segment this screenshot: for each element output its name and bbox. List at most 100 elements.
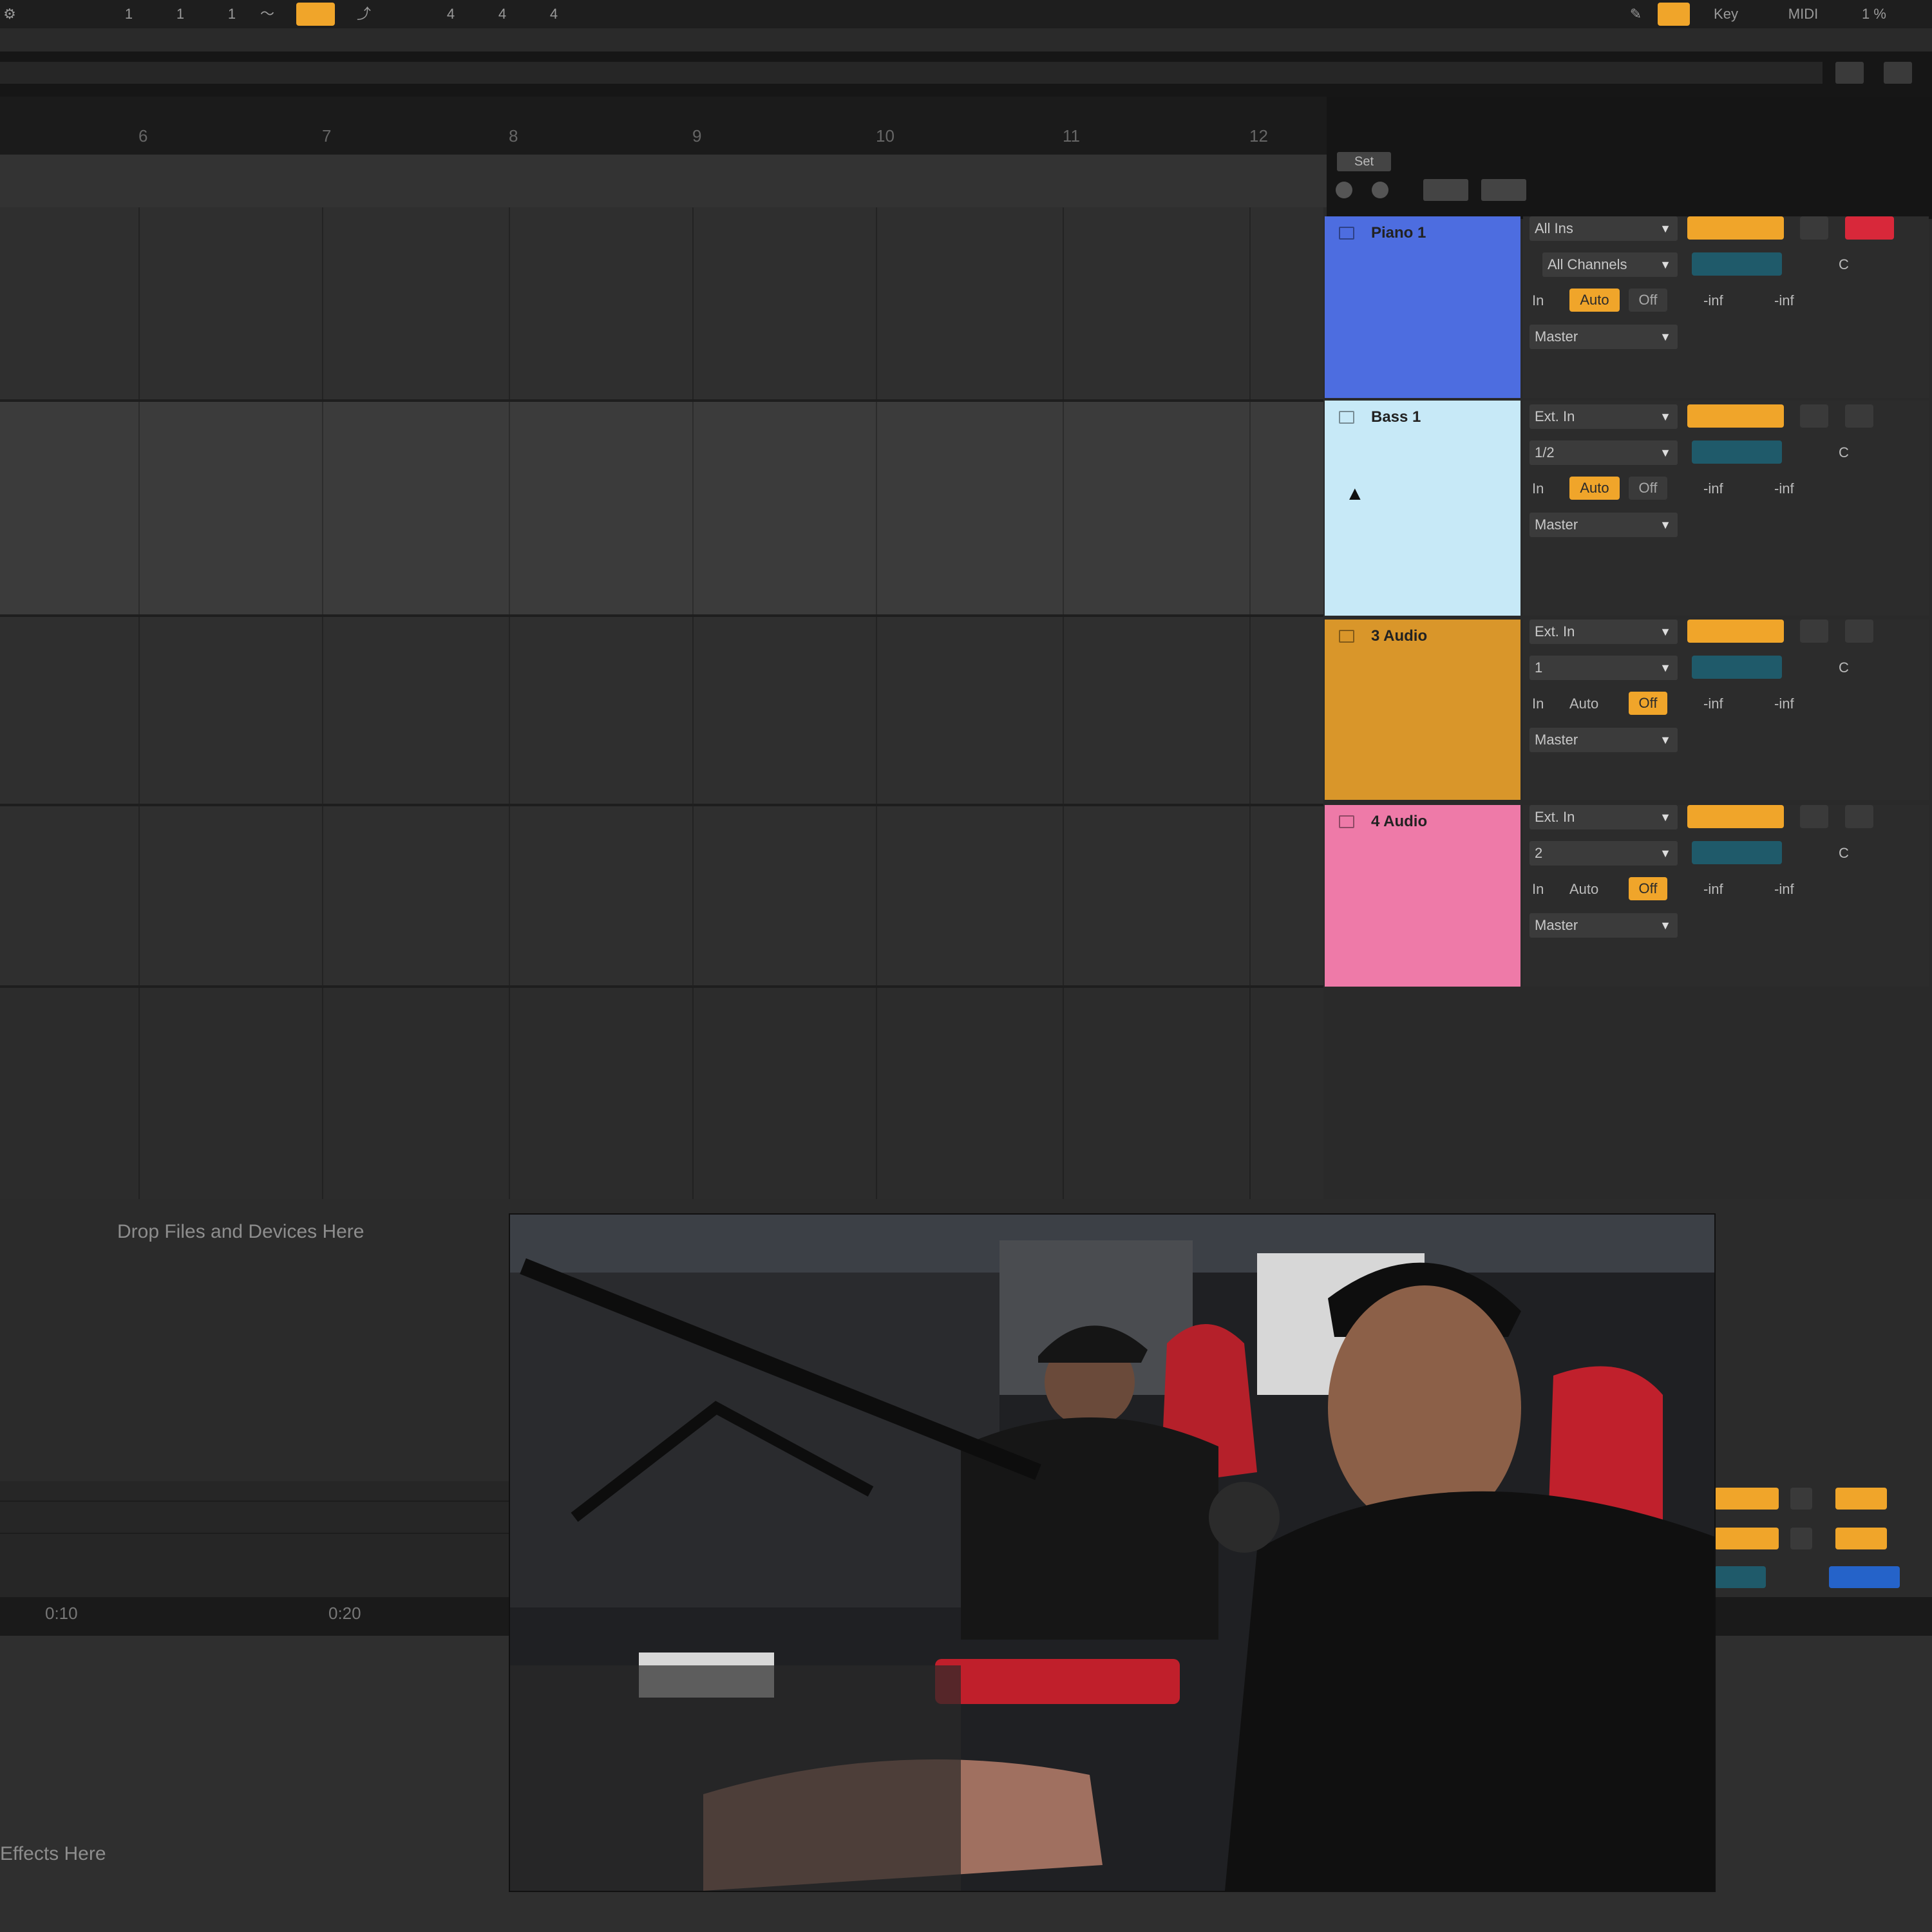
- track-activator-button[interactable]: [1687, 404, 1784, 428]
- track-activator-button[interactable]: [1687, 216, 1784, 240]
- cue-post-button[interactable]: [1835, 1528, 1887, 1549]
- fold-icon[interactable]: [1339, 411, 1354, 424]
- track-name[interactable]: 4 Audio: [1371, 813, 1427, 831]
- loop-length-sixteenths[interactable]: 4: [541, 4, 567, 24]
- volume-field[interactable]: [1692, 656, 1782, 679]
- arm-button[interactable]: [1845, 404, 1873, 428]
- loop-start-sixteenth[interactable]: 1: [219, 4, 245, 24]
- track-name[interactable]: Bass 1: [1371, 408, 1421, 426]
- input-type-dropdown[interactable]: Ext. In ▼: [1530, 620, 1678, 644]
- ruler-tick: 10: [876, 126, 895, 146]
- monitor-in-button[interactable]: In: [1532, 881, 1544, 898]
- draw-curve-icon[interactable]: 〜: [251, 4, 283, 24]
- pan-value[interactable]: C: [1839, 845, 1849, 862]
- ruler-tick: 11: [1063, 126, 1080, 146]
- track-name[interactable]: Piano 1: [1371, 224, 1426, 242]
- pan-value[interactable]: C: [1839, 444, 1849, 461]
- track-header-3[interactable]: 3 Audio: [1325, 620, 1520, 800]
- monitor-in-button[interactable]: In: [1532, 696, 1544, 712]
- master-activator-button[interactable]: [1714, 1488, 1779, 1510]
- monitor-auto-button[interactable]: Auto: [1569, 477, 1620, 500]
- empty-lane-area[interactable]: [0, 987, 1323, 1199]
- overview-bar[interactable]: [0, 62, 1823, 84]
- pencil-icon[interactable]: ✎: [1623, 4, 1649, 24]
- loop-start-bar[interactable]: 1: [116, 4, 142, 24]
- track-lane-2[interactable]: [0, 401, 1323, 616]
- loop-length-beats[interactable]: 4: [489, 4, 515, 24]
- midi-map-label[interactable]: MIDI: [1777, 4, 1829, 24]
- back-to-arrangement-icon[interactable]: [1481, 179, 1526, 201]
- input-type-dropdown[interactable]: Ext. In ▼: [1530, 805, 1678, 829]
- solo-button[interactable]: [1800, 620, 1828, 643]
- input-type-dropdown[interactable]: All Ins ▼: [1530, 216, 1678, 241]
- arm-button[interactable]: [1845, 216, 1894, 240]
- loop-start-beat[interactable]: 1: [167, 4, 193, 24]
- output-dropdown[interactable]: Master ▼: [1530, 913, 1678, 938]
- cue-solo-button[interactable]: [1790, 1528, 1812, 1549]
- solo-button[interactable]: [1800, 404, 1828, 428]
- set-button[interactable]: Set: [1337, 152, 1391, 171]
- track-activator-button[interactable]: [1687, 620, 1784, 643]
- arrangement-record-icon[interactable]: [1336, 182, 1352, 198]
- input-channel-dropdown[interactable]: 2 ▼: [1530, 841, 1678, 866]
- track-lane-1[interactable]: [0, 207, 1323, 401]
- arm-button[interactable]: [1845, 805, 1873, 828]
- monitor-off-button[interactable]: Off: [1629, 477, 1667, 500]
- view-toggle-icon[interactable]: [1835, 62, 1864, 84]
- output-dropdown[interactable]: Master ▼: [1530, 513, 1678, 537]
- track-io-4: Ext. In ▼ 2 ▼ In Auto Off Master ▼ C -inf -…: [1523, 805, 1929, 987]
- track-activator-button[interactable]: [1687, 805, 1784, 828]
- input-type-dropdown[interactable]: Ext. In ▼: [1530, 404, 1678, 429]
- volume-field[interactable]: [1692, 252, 1782, 276]
- monitor-auto-button[interactable]: Auto: [1569, 696, 1598, 712]
- solo-button[interactable]: [1800, 805, 1828, 828]
- cue-activator-button[interactable]: [1714, 1528, 1779, 1549]
- monitor-off-button[interactable]: Off: [1629, 289, 1667, 312]
- monitor-auto-button[interactable]: Auto: [1569, 289, 1620, 312]
- monitor-in-button[interactable]: In: [1532, 292, 1544, 309]
- ruler-tick: 8: [509, 126, 518, 146]
- track-header-4[interactable]: 4 Audio: [1325, 805, 1520, 987]
- track-name[interactable]: 3 Audio: [1371, 627, 1427, 645]
- input-channel-dropdown[interactable]: 1 ▼: [1530, 656, 1678, 680]
- fold-icon[interactable]: [1339, 630, 1354, 643]
- loop-brace-area[interactable]: [0, 155, 1327, 207]
- monitor-off-button[interactable]: Off: [1629, 692, 1667, 715]
- track-header-2[interactable]: Bass 1 ▲: [1325, 401, 1520, 616]
- monitor-auto-button[interactable]: Auto: [1569, 881, 1598, 898]
- monitor-off-button[interactable]: Off: [1629, 877, 1667, 900]
- cue-volume-field[interactable]: [1829, 1566, 1900, 1588]
- follow-icon[interactable]: [1372, 182, 1388, 198]
- pan-value[interactable]: C: [1839, 659, 1849, 676]
- solo-button[interactable]: [1800, 216, 1828, 240]
- view-toggle-icon-2[interactable]: [1884, 62, 1912, 84]
- automation-arm-icon[interactable]: [1423, 179, 1468, 201]
- volume-field[interactable]: [1692, 841, 1782, 864]
- key-map-button[interactable]: [1658, 3, 1690, 26]
- output-dropdown[interactable]: Master ▼: [1530, 325, 1678, 349]
- fold-icon[interactable]: [1339, 815, 1354, 828]
- settings-icon[interactable]: ⚙: [0, 4, 19, 24]
- ruler-tick: 12: [1249, 126, 1268, 146]
- output-dropdown[interactable]: Master ▼: [1530, 728, 1678, 752]
- transport-toolbar: ⚙ 1 1 1 〜 ⤴ 4 4 4 ✎ Key MIDI 1 %: [0, 0, 1932, 28]
- master-post-button[interactable]: [1835, 1488, 1887, 1510]
- master-lane[interactable]: [0, 1481, 509, 1597]
- loop-length-bars[interactable]: 4: [438, 4, 464, 24]
- arm-button[interactable]: [1845, 620, 1873, 643]
- pan-value[interactable]: C: [1839, 256, 1849, 273]
- monitor-in-button[interactable]: In: [1532, 480, 1544, 497]
- track-header-1[interactable]: Piano 1: [1325, 216, 1520, 398]
- punch-out-icon[interactable]: ⤴: [351, 4, 377, 24]
- master-solo-button[interactable]: [1790, 1488, 1812, 1510]
- beat-ruler[interactable]: [0, 97, 1327, 155]
- input-channel-dropdown[interactable]: All Channels ▼: [1542, 252, 1678, 277]
- key-map-label[interactable]: Key: [1700, 4, 1752, 24]
- master-volume-field[interactable]: [1714, 1566, 1766, 1588]
- punch-in-button[interactable]: [296, 3, 335, 26]
- volume-field[interactable]: [1692, 440, 1782, 464]
- track-lane-4[interactable]: [0, 805, 1323, 987]
- fold-icon[interactable]: [1339, 227, 1354, 240]
- input-channel-dropdown[interactable]: 1/2 ▼: [1530, 440, 1678, 465]
- track-lane-3[interactable]: [0, 616, 1323, 805]
